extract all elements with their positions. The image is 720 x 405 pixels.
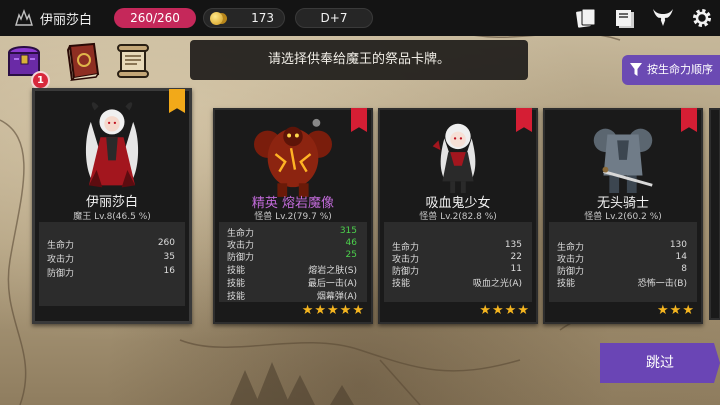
instruction-banner: 请选择供奉给魔王的祭品卡牌。 — [190, 40, 528, 80]
card-level: 魔王 Lv.8(46.5 %) — [73, 212, 151, 222]
castle-logo-icon — [15, 9, 33, 26]
card-deck-icon[interactable] — [574, 6, 598, 30]
stats-panel: 生命力 260 攻击力 35 防御力 16 — [39, 222, 185, 306]
lava-golem-portrait — [254, 118, 332, 197]
card-level: 怪兽 Lv.2(60.2 %) — [584, 212, 662, 222]
stat-label: 生命力 — [47, 241, 75, 251]
card-vampire-girl[interactable]: 吸血鬼少女 怪兽 Lv.2(82.8 %) 生命力 135 攻击力 22 防御力 11… — [378, 108, 538, 324]
coin-icon — [210, 12, 223, 25]
gear-icon[interactable] — [690, 6, 714, 30]
skill-value: 最后一击(A) — [307, 279, 357, 289]
stat-label: 攻击力 — [47, 255, 75, 265]
stat-value: 25 — [345, 250, 357, 260]
card-elizabeth[interactable]: 伊丽莎白 魔王 Lv.8(46.5 %) 生命力 260 攻击力 35 防御力 16 — [32, 88, 192, 324]
day-counter: D+7 — [295, 8, 373, 28]
stat-value: 14 — [675, 252, 687, 262]
skip-button[interactable]: 跳过 — [600, 343, 720, 383]
demon-horns-icon[interactable] — [651, 6, 675, 30]
rarity-stars: ★★★ — [657, 303, 695, 318]
rarity-stars: ★★★★★ — [301, 303, 365, 318]
top-bar: 伊丽莎白 260/260 173 D+7 — [0, 0, 720, 36]
vampire-girl-portrait — [432, 123, 476, 194]
stat-value: 46 — [345, 238, 357, 248]
sort-by-hp-button[interactable]: 按生命力顺序 — [622, 55, 720, 85]
stat-label: 防御力 — [227, 253, 255, 263]
stat-value: 8 — [681, 264, 687, 274]
card-name: 伊丽莎白 — [85, 195, 138, 210]
skill-value: 熔岩之肤(S) — [308, 266, 357, 276]
card-level: 怪兽 Lv.2(79.7 %) — [254, 212, 332, 222]
book-icon[interactable] — [613, 6, 637, 30]
elizabeth-portrait — [85, 102, 139, 188]
stat-label: 防御力 — [47, 269, 75, 279]
card-offscreen[interactable] — [709, 108, 720, 320]
gold-display: 173 — [203, 8, 285, 28]
stat-value: 16 — [163, 266, 175, 276]
stats-panel: 生命力 135 攻击力 22 防御力 11 技能 吸血之光(A) — [384, 222, 532, 302]
filter-icon — [630, 63, 642, 76]
card-lava-golem[interactable]: 精英 熔岩魔像 怪兽 Lv.2(79.7 %) 生命力 315 攻击力 46 防御力… — [213, 108, 373, 324]
stat-value: 315 — [339, 226, 357, 236]
gold-value: 173 — [251, 11, 274, 25]
skill-label: 技能 — [227, 292, 246, 302]
rarity-stars: ★★★★ — [479, 303, 530, 318]
scroll-icon[interactable] — [114, 42, 152, 80]
skill-label: 技能 — [227, 279, 246, 289]
stats-panel: 生命力 130 攻击力 14 防御力 8 技能 恐怖一击(B) — [549, 222, 697, 302]
skill-value: 恐怖一击(B) — [637, 279, 687, 289]
stat-value: 260 — [157, 238, 175, 248]
headless-knight-portrait — [593, 128, 653, 194]
stat-value: 22 — [510, 252, 522, 262]
skill-label: 技能 — [227, 266, 246, 276]
skill-label: 技能 — [557, 279, 576, 289]
stat-value: 11 — [510, 264, 522, 274]
stat-value: 130 — [669, 240, 687, 250]
card-headless-knight[interactable]: 无头骑士 怪兽 Lv.2(60.2 %) 生命力 130 攻击力 14 防御力 8 技… — [543, 108, 703, 324]
skill-label: 技能 — [392, 279, 411, 289]
hp-display: 260/260 — [114, 8, 196, 28]
skill-value: 吸血之光(A) — [472, 279, 522, 289]
player-name: 伊丽莎白 — [40, 13, 93, 28]
stat-value: 35 — [163, 252, 175, 262]
skill-value: 烟幕弹(A) — [316, 292, 357, 302]
stats-panel: 生命力 315 攻击力 46 防御力 25 技能 熔岩之肤(S) 技能 最后一击(A) 技… — [219, 222, 367, 302]
stat-value: 135 — [504, 240, 522, 250]
spellbook-icon[interactable] — [64, 40, 104, 82]
card-level: 怪兽 Lv.2(82.8 %) — [419, 212, 497, 222]
sort-label: 按生命力顺序 — [647, 63, 713, 76]
